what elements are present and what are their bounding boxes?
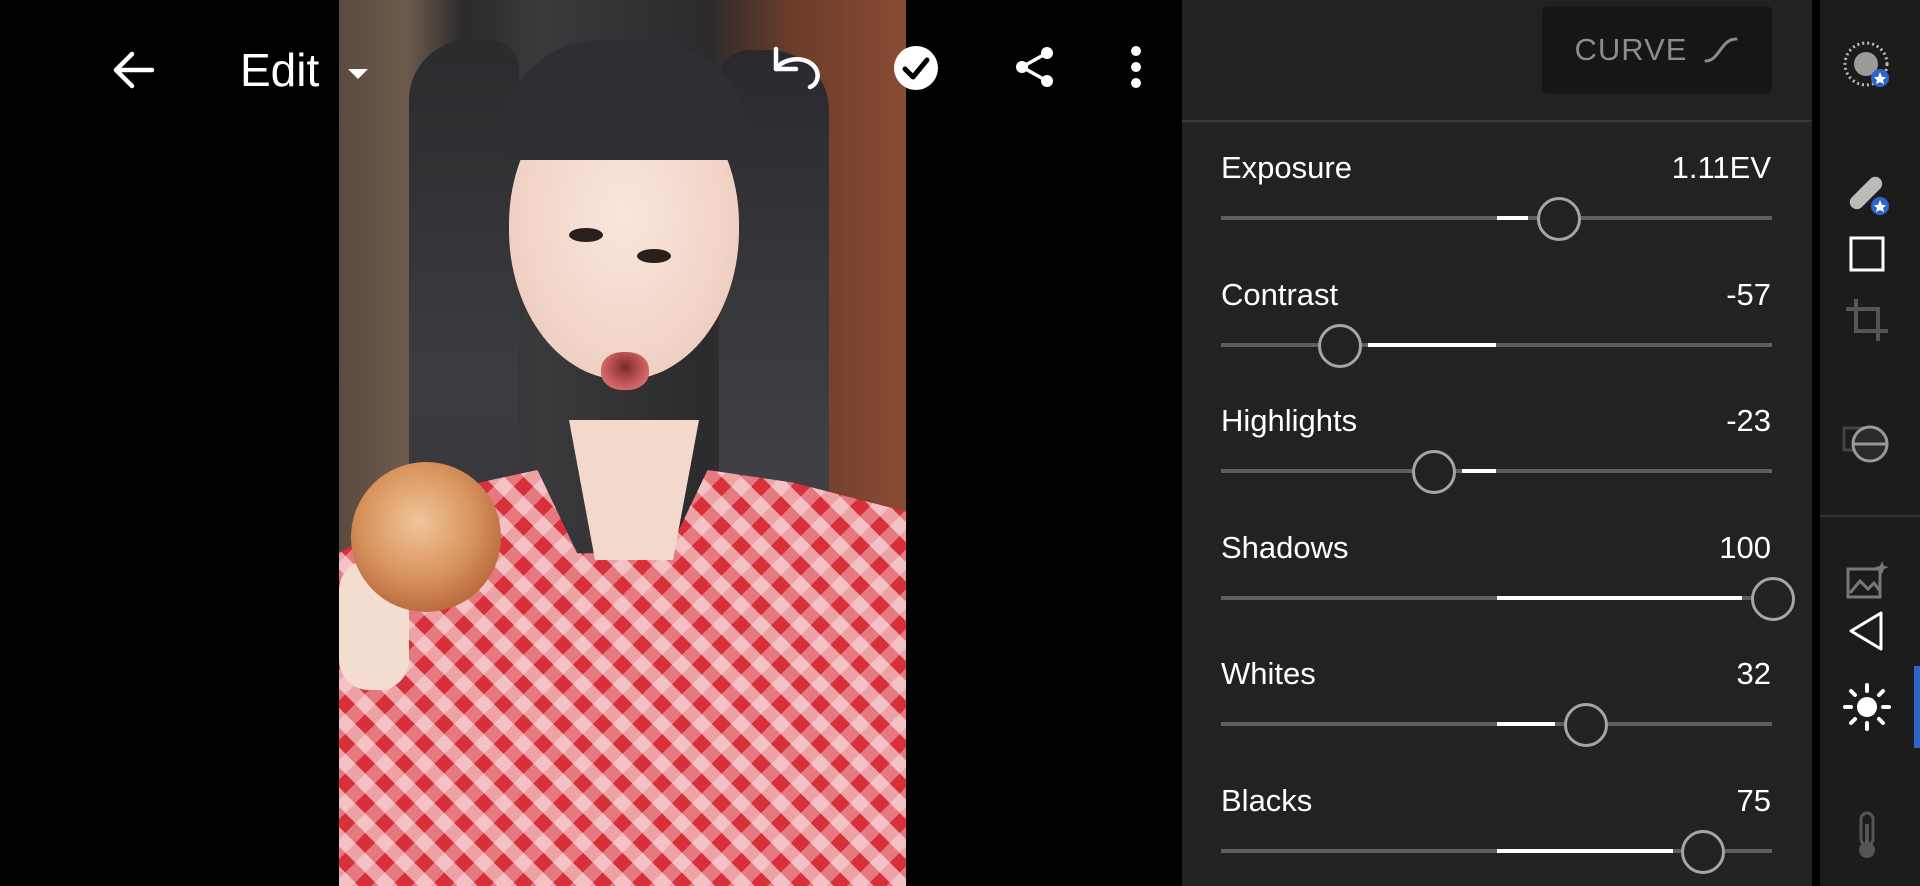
edit-mode-title: Edit: [240, 44, 320, 96]
photo-bangs: [499, 40, 749, 160]
slider-fill-shadows: [1496, 595, 1743, 600]
photo-canvas[interactable]: [339, 0, 906, 886]
arrow-left-icon: [113, 51, 155, 89]
presets-tool[interactable]: [1842, 40, 1892, 90]
photo-food: [351, 462, 501, 612]
edit-mode-dropdown[interactable]: Edit: [240, 44, 370, 96]
light-adjust-panel: [1182, 0, 1812, 886]
photo-eye-right: [637, 249, 671, 263]
slider-label-blacks: Blacks: [1221, 782, 1313, 818]
triangle-play-icon: [1849, 611, 1883, 651]
slider-fill-highlights: [1462, 469, 1497, 473]
slider-value-whites[interactable]: 32: [1737, 656, 1771, 692]
slider-fill-contrast: [1368, 342, 1497, 347]
back-button[interactable]: [108, 44, 160, 96]
active-tool-indicator: [1914, 666, 1920, 748]
curve-icon: [1704, 37, 1738, 63]
caret-down-icon: [348, 68, 369, 79]
slider-track-highlights[interactable]: [1221, 469, 1772, 473]
slider-track-contrast[interactable]: [1221, 342, 1772, 347]
redo-tool[interactable]: [1842, 606, 1892, 656]
slider-knob-blacks[interactable]: [1681, 829, 1726, 874]
crop-square-icon: [1849, 236, 1885, 272]
photo-mouth: [601, 352, 649, 390]
undo-button[interactable]: [768, 40, 824, 96]
slider-knob-contrast[interactable]: [1318, 323, 1363, 368]
slider-fill-whites: [1496, 722, 1556, 726]
light-sun-icon: [1843, 683, 1891, 731]
slider-knob-whites[interactable]: [1563, 703, 1608, 747]
temperature-icon: [1859, 811, 1875, 858]
share-icon: [1016, 47, 1053, 87]
slider-label-exposure: Exposure: [1221, 150, 1352, 185]
slider-knob-highlights[interactable]: [1412, 450, 1457, 494]
slider-label-shadows: Shadows: [1221, 529, 1349, 565]
more-options-button[interactable]: [1128, 44, 1144, 90]
check-circle-icon: [894, 46, 938, 90]
slider-knob-shadows[interactable]: [1751, 576, 1795, 621]
slider-fill-blacks: [1496, 848, 1673, 853]
healing-icon: [1849, 176, 1889, 215]
slider-value-highlights[interactable]: -23: [1726, 403, 1771, 439]
slider-label-highlights: Highlights: [1221, 403, 1358, 438]
photo-eye-left: [569, 228, 603, 242]
light-tool[interactable]: [1842, 682, 1892, 732]
slider-value-exposure[interactable]: 1.11EV: [1672, 150, 1771, 186]
slider-knob-exposure[interactable]: [1536, 197, 1581, 241]
selective-mask-icon: [1842, 425, 1889, 463]
done-button[interactable]: [892, 44, 940, 92]
more-vertical-icon: [1131, 46, 1141, 88]
crop-icon: [1846, 299, 1888, 341]
curve-button[interactable]: CURVE: [1542, 6, 1772, 94]
share-button[interactable]: [1012, 44, 1058, 90]
image-adjust-tool[interactable]: [1842, 555, 1892, 605]
selective-tool[interactable]: [1842, 418, 1892, 468]
slider-value-contrast[interactable]: -57: [1726, 277, 1771, 313]
slider-value-blacks[interactable]: 75: [1737, 783, 1771, 819]
crop-tool[interactable]: [1842, 295, 1892, 345]
presets-icon: [1843, 41, 1889, 87]
tool-strip-divider: [1820, 515, 1920, 517]
image-adjust-icon: [1846, 561, 1889, 599]
undo-icon: [773, 46, 820, 90]
panel-divider: [1182, 120, 1812, 122]
slider-fill-exposure: [1496, 216, 1529, 220]
aspect-tool[interactable]: [1842, 229, 1892, 279]
color-tool[interactable]: [1842, 810, 1892, 860]
curve-label: CURVE: [1574, 32, 1688, 67]
healing-tool[interactable]: [1842, 168, 1892, 218]
slider-label-contrast: Contrast: [1221, 276, 1339, 312]
slider-value-shadows[interactable]: 100: [1719, 530, 1771, 566]
slider-label-whites: Whites: [1221, 656, 1316, 691]
